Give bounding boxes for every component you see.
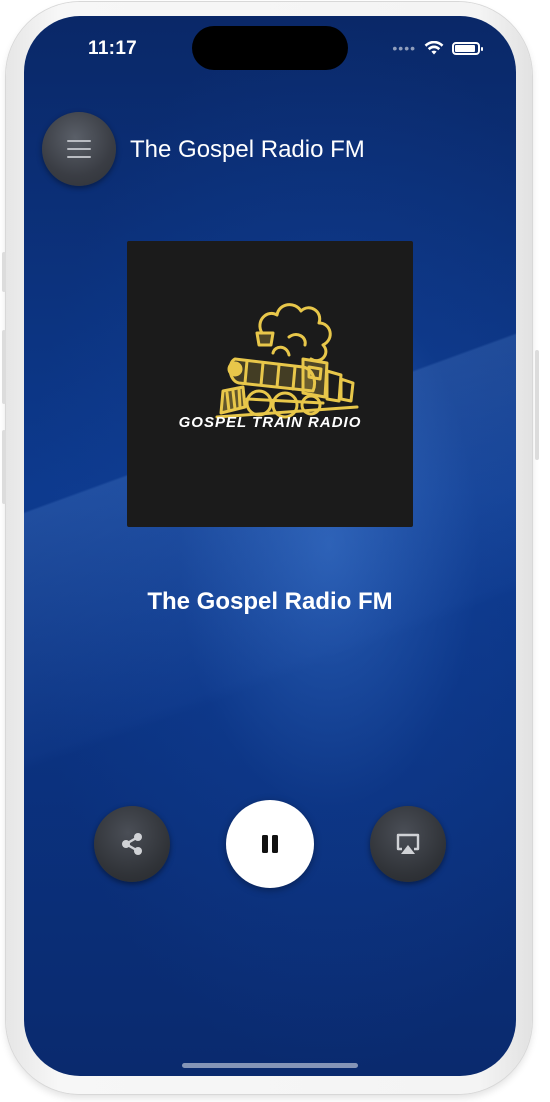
status-indicators: ••••	[392, 40, 483, 56]
wifi-icon	[424, 40, 444, 54]
hamburger-menu-icon-bar	[67, 148, 91, 150]
share-icon	[122, 833, 142, 855]
app-screen: 11:17 •••• The Gospel Radio FM GOSPEL TR…	[24, 16, 516, 1076]
steam-locomotive-logo	[215, 303, 359, 419]
hamburger-menu-icon	[67, 140, 91, 142]
station-artwork: GOSPEL TRAIN RADIO	[127, 241, 413, 527]
airplay-button[interactable]	[370, 806, 446, 882]
pause-button[interactable]	[226, 800, 314, 888]
share-button[interactable]	[94, 806, 170, 882]
status-time: 11:17	[88, 38, 138, 59]
artwork-caption: GOSPEL TRAIN RADIO	[178, 414, 362, 431]
signal-dots: ••••	[392, 40, 416, 56]
now-playing-station-name: The Gospel Radio FM	[147, 588, 393, 615]
header-title: The Gospel Radio FM	[130, 136, 365, 163]
hamburger-menu-icon-bar	[67, 156, 91, 158]
dynamic-island	[192, 26, 348, 70]
airplay-icon	[396, 833, 420, 854]
phone-volume-down-button	[2, 430, 6, 504]
menu-button[interactable]	[42, 112, 116, 186]
phone-side-button	[2, 252, 6, 292]
pause-icon	[262, 835, 278, 853]
battery-level	[455, 44, 475, 52]
battery-icon	[452, 41, 483, 55]
phone-volume-up-button	[2, 330, 6, 404]
home-indicator[interactable]	[182, 1063, 358, 1068]
phone-power-button	[535, 350, 539, 460]
